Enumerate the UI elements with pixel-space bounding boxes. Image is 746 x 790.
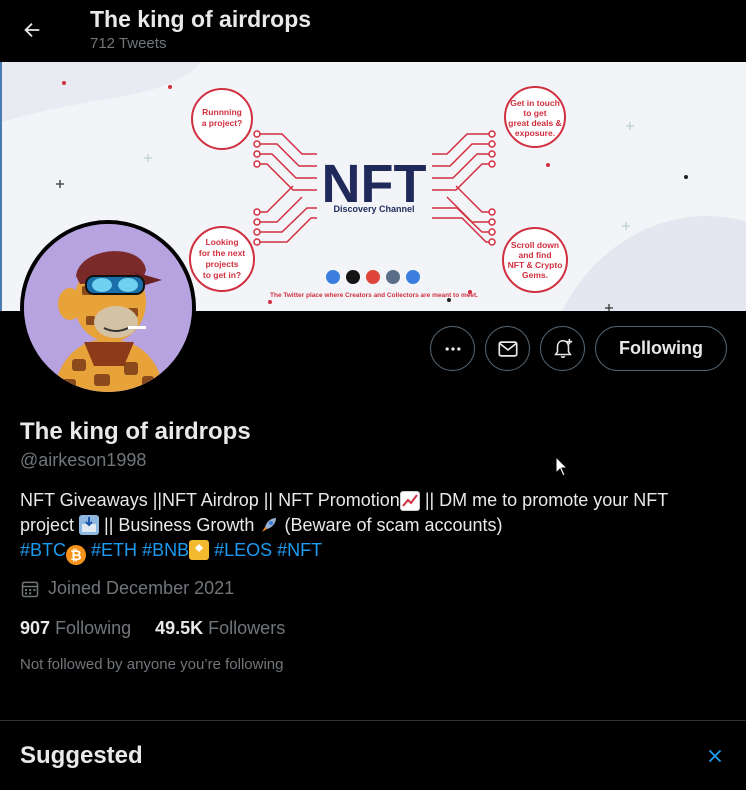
cursor-arrow-icon <box>555 455 569 477</box>
inbox-tray-emoji-icon <box>79 515 100 535</box>
bio-text: project <box>20 515 80 535</box>
tweet-count: 712 Tweets <box>90 35 167 52</box>
more-button[interactable] <box>430 326 476 371</box>
bubble-text: Scroll down <box>511 240 559 250</box>
suggested-heading: Suggested <box>20 742 143 769</box>
bnb-emoji-icon <box>189 540 210 560</box>
more-icon <box>445 346 461 351</box>
close-icon <box>708 749 722 763</box>
bubble-text: Looking <box>205 237 238 247</box>
profile-bio: NFT Giveaways ||NFT Airdrop || NFT Promo… <box>20 488 720 565</box>
header-title: The king of airdrops <box>90 6 312 32</box>
followers-label: Followers <box>208 618 286 638</box>
hashtag-link[interactable]: #ETH <box>91 540 137 560</box>
following-link[interactable]: 907 Following <box>20 618 131 639</box>
bio-text: || DM me to promote your NFT <box>419 490 669 510</box>
profile-handle: @airkeson1998 <box>20 450 147 470</box>
rocket-emoji-icon <box>259 515 279 535</box>
banner-logo-sub: Discovery Channel <box>333 204 414 214</box>
banner-tagline: The Twitter place where Creators and Col… <box>270 292 478 299</box>
bubble-text: a project? <box>202 118 243 128</box>
following-count: 907 <box>20 618 51 638</box>
bubble-text: to get <box>523 108 546 118</box>
profile-name: The king of airdrops <box>20 418 251 445</box>
calendar-icon <box>21 581 39 597</box>
bio-text: (Beware of scam accounts) <box>279 515 503 535</box>
top-bar: The king of airdrops 712 Tweets <box>0 0 746 62</box>
arrow-left-icon <box>24 22 40 38</box>
bio-text: || Business Growth <box>99 515 260 535</box>
mouse-cursor <box>555 455 569 483</box>
bubble-text: exposure. <box>515 128 555 138</box>
bell-plus-icon <box>553 338 572 358</box>
joined-date: Joined December 2021 <box>20 578 234 599</box>
notifications-button[interactable] <box>540 326 586 371</box>
chart-increasing-emoji-icon <box>399 491 420 511</box>
message-button[interactable] <box>485 326 531 371</box>
bitcoin-emoji-icon: ₿ <box>66 545 87 565</box>
bubble-text: projects <box>205 259 238 269</box>
section-divider <box>0 720 746 721</box>
profile-actions: Following <box>430 326 727 371</box>
joined-text: Joined December 2021 <box>48 578 235 598</box>
close-suggested-button[interactable] <box>704 745 726 767</box>
avatar-image <box>24 224 192 392</box>
follow-stats: 907 Following 49.5K Followers <box>20 618 285 639</box>
following-label: Following <box>55 618 132 638</box>
bubble-text: great deals & <box>508 118 561 128</box>
bubble-text: Runnning <box>202 107 242 117</box>
bubble-text: and find <box>518 250 551 260</box>
mail-icon <box>497 340 518 357</box>
not-followed-note: Not followed by anyone you’re following <box>20 656 284 673</box>
hashtag-link[interactable]: #NFT <box>277 540 322 560</box>
bio-text: NFT Giveaways ||NFT Airdrop || NFT Promo… <box>20 490 400 510</box>
avatar[interactable] <box>20 220 196 396</box>
followers-count: 49.5K <box>155 618 204 638</box>
bubble-text: Get in touch <box>510 98 560 108</box>
bubble-text: for the next <box>199 248 245 258</box>
following-button[interactable]: Following <box>595 326 727 371</box>
hashtag-link[interactable]: #BTC <box>20 540 66 560</box>
bubble-text: to get in? <box>203 270 241 280</box>
followers-link[interactable]: 49.5K Followers <box>155 618 285 639</box>
hashtag-link[interactable]: #LEOS <box>214 540 272 560</box>
back-button[interactable] <box>14 12 50 48</box>
bubble-text: Gems. <box>522 270 548 280</box>
bubble-text: NFT & Crypto <box>508 260 563 270</box>
hashtag-link[interactable]: #BNB <box>142 540 189 560</box>
